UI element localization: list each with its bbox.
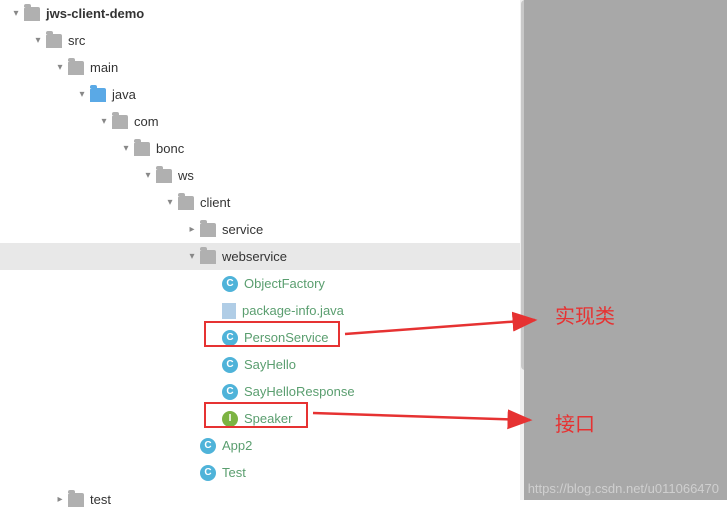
root-label: jws-client-demo [46, 6, 144, 21]
chevron-down-icon[interactable]: ▾ [184, 249, 200, 265]
tree-row-personservice[interactable]: C PersonService [0, 324, 520, 351]
package-folder-icon [200, 250, 216, 264]
chevron-right-icon[interactable]: ▸ [184, 222, 200, 238]
ws-label: ws [178, 168, 194, 183]
tree-row-com[interactable]: ▾ com [0, 108, 520, 135]
class-icon: C [222, 330, 238, 346]
package-folder-icon [134, 142, 150, 156]
tree-row-speaker[interactable]: I Speaker [0, 405, 520, 432]
tree-row-bonc[interactable]: ▾ bonc [0, 135, 520, 162]
tree-row-webservice[interactable]: ▾ webservice [0, 243, 520, 270]
webservice-label: webservice [222, 249, 287, 264]
class-icon: C [222, 276, 238, 292]
class-icon: C [200, 438, 216, 454]
package-folder-icon [156, 169, 172, 183]
src-label: src [68, 33, 85, 48]
source-folder-icon [90, 88, 106, 102]
bonc-label: bonc [156, 141, 184, 156]
java-label: java [112, 87, 136, 102]
sayhello-label: SayHello [244, 357, 296, 372]
tree-row-testclass[interactable]: C Test [0, 459, 520, 486]
packageinfo-label: package-info.java [242, 303, 344, 318]
tree-row-sayhelloresponse[interactable]: C SayHelloResponse [0, 378, 520, 405]
annotation-impl: 实现类 [555, 300, 615, 329]
chevron-down-icon[interactable]: ▾ [74, 87, 90, 103]
tree-row-sayhello[interactable]: C SayHello [0, 351, 520, 378]
annotation-iface: 接口 [555, 408, 595, 437]
tree-row-root[interactable]: ▾ jws-client-demo [0, 0, 520, 27]
class-icon: C [222, 357, 238, 373]
tree-row-main[interactable]: ▾ main [0, 54, 520, 81]
tree-row-java[interactable]: ▾ java [0, 81, 520, 108]
watermark: https://blog.csdn.net/u011066470 [528, 481, 719, 496]
tree-row-ws[interactable]: ▾ ws [0, 162, 520, 189]
project-tree: ▾ jws-client-demo ▾ src ▾ main ▾ java ▾ … [0, 0, 520, 500]
folder-icon [24, 7, 40, 21]
folder-icon [46, 34, 62, 48]
chevron-down-icon[interactable]: ▾ [118, 141, 134, 157]
chevron-down-icon[interactable]: ▾ [8, 6, 24, 22]
main-label: main [90, 60, 118, 75]
sayhelloresponse-label: SayHelloResponse [244, 384, 355, 399]
client-label: client [200, 195, 230, 210]
com-label: com [134, 114, 159, 129]
folder-icon [68, 61, 84, 75]
tree-row-packageinfo[interactable]: package-info.java [0, 297, 520, 324]
tree-row-src[interactable]: ▾ src [0, 27, 520, 54]
tree-row-client[interactable]: ▾ client [0, 189, 520, 216]
chevron-down-icon[interactable]: ▾ [140, 168, 156, 184]
interface-icon: I [222, 411, 238, 427]
tree-row-app2[interactable]: C App2 [0, 432, 520, 459]
chevron-down-icon[interactable]: ▾ [52, 60, 68, 76]
chevron-down-icon[interactable]: ▾ [96, 114, 112, 130]
speaker-label: Speaker [244, 411, 292, 426]
chevron-down-icon[interactable]: ▾ [30, 33, 46, 49]
package-folder-icon [200, 223, 216, 237]
class-icon: C [222, 384, 238, 400]
java-file-icon [222, 303, 236, 319]
testclass-label: Test [222, 465, 246, 480]
objectfactory-label: ObjectFactory [244, 276, 325, 291]
personservice-label: PersonService [244, 330, 329, 345]
class-icon: C [200, 465, 216, 481]
chevron-down-icon[interactable]: ▾ [162, 195, 178, 211]
service-label: service [222, 222, 263, 237]
tree-row-objectfactory[interactable]: C ObjectFactory [0, 270, 520, 297]
package-folder-icon [178, 196, 194, 210]
tree-row-service[interactable]: ▸ service [0, 216, 520, 243]
package-folder-icon [112, 115, 128, 129]
app2-label: App2 [222, 438, 252, 453]
